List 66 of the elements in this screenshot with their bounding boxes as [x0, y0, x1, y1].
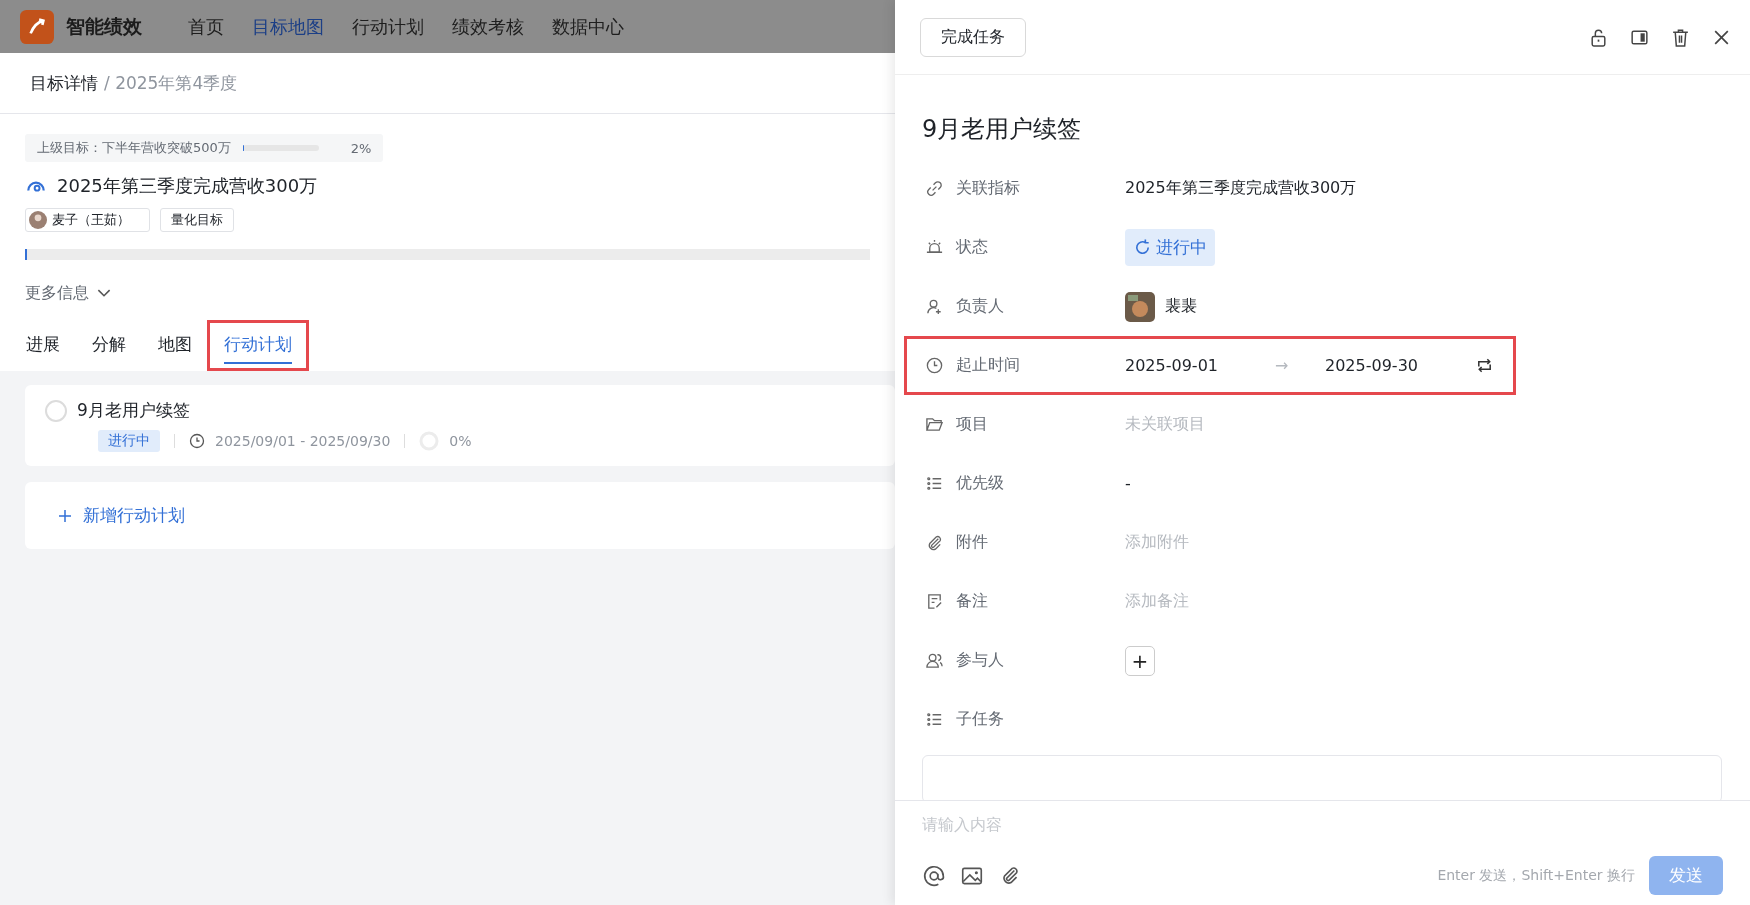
plan-card[interactable]: 9月老用户续签 进行中 2025/09/01 - 2025/09/30 0% [25, 385, 895, 466]
nav-link[interactable]: 目标地图 [252, 14, 324, 39]
tab[interactable]: 分解 [75, 320, 143, 371]
app-name: 智能绩效 [66, 13, 142, 39]
nav-link[interactable]: 行动计划 [352, 14, 424, 39]
avatar-icon [1125, 291, 1155, 322]
field-label: 子任务 [956, 709, 1004, 730]
avatar-icon [29, 211, 47, 229]
chevron-down-icon [97, 289, 111, 298]
field-label: 项目 [956, 414, 988, 435]
field-label: 附件 [956, 532, 988, 553]
progress-percent: 2% [350, 140, 372, 156]
plan-title: 9月老用户续签 [77, 399, 190, 422]
repeat-icon[interactable] [1475, 356, 1494, 375]
goal-title: 2025年第三季度完成营收300万 [57, 174, 318, 198]
list-icon [925, 710, 944, 729]
nav-link[interactable]: 绩效考核 [452, 14, 524, 39]
people-icon [925, 651, 944, 670]
field-label: 关联指标 [956, 178, 1020, 199]
breadcrumb-current: 目标详情 [30, 71, 98, 95]
mention-icon[interactable] [922, 863, 946, 888]
plus-icon [57, 507, 73, 524]
end-date[interactable]: 2025-09-30 [1325, 356, 1475, 375]
field-label: 参与人 [956, 650, 1004, 671]
more-info-toggle[interactable]: 更多信息 [25, 283, 111, 304]
logo-icon [20, 9, 54, 44]
clock-icon [925, 356, 944, 375]
task-title: 9月老用户续签 [922, 114, 1083, 145]
nav-link[interactable]: 首页 [188, 14, 224, 39]
list-icon [925, 474, 944, 493]
link-icon [925, 179, 944, 198]
field-label: 状态 [956, 237, 988, 258]
owner-tag[interactable]: 麦子（王茹） [25, 208, 150, 232]
tab[interactable]: 行动计划 [207, 320, 309, 371]
complete-task-button[interactable]: 完成任务 [920, 17, 1026, 57]
folder-icon [925, 415, 944, 434]
field-label: 起止时间 [956, 355, 1020, 376]
field-value: 裴裴 [1165, 296, 1197, 317]
plan-percent: 0% [449, 433, 472, 449]
note-icon [925, 592, 944, 611]
refresh-icon [1133, 238, 1152, 257]
status-badge: 进行中 [98, 430, 160, 452]
nav-link[interactable]: 数据中心 [552, 14, 624, 39]
add-participant-button[interactable]: + [1125, 645, 1155, 676]
send-hint: Enter 发送，Shift+Enter 换行 [1437, 866, 1635, 885]
goal-type-tag: 量化目标 [160, 208, 234, 232]
tab[interactable]: 进展 [9, 320, 77, 371]
complete-checkbox[interactable] [45, 399, 67, 422]
delete-icon[interactable] [1670, 26, 1691, 48]
field-value: - [1125, 474, 1131, 493]
tab[interactable]: 地图 [141, 320, 209, 371]
field-label: 负责人 [956, 296, 1004, 317]
breadcrumb-period: / 2025年第4季度 [104, 71, 238, 95]
parent-goal-chip[interactable]: 上级目标：下半年营收突破500万 2% [25, 134, 384, 162]
plan-dates: 2025/09/01 - 2025/09/30 [215, 433, 391, 449]
parent-goal-label: 上级目标：下半年营收突破500万 [37, 139, 231, 157]
add-plan-button[interactable]: 新增行动计划 [25, 482, 895, 549]
person-add-icon [925, 297, 944, 316]
start-date[interactable]: 2025-09-01 [1125, 356, 1275, 375]
clock-icon [189, 433, 205, 449]
field-value: 2025年第三季度完成营收300万 [1125, 178, 1357, 199]
range-arrow: → [1275, 356, 1290, 375]
lock-icon[interactable] [1588, 26, 1609, 48]
status-badge[interactable]: 进行中 [1125, 229, 1215, 266]
field-label: 备注 [956, 591, 988, 612]
field-label: 优先级 [956, 473, 1004, 494]
